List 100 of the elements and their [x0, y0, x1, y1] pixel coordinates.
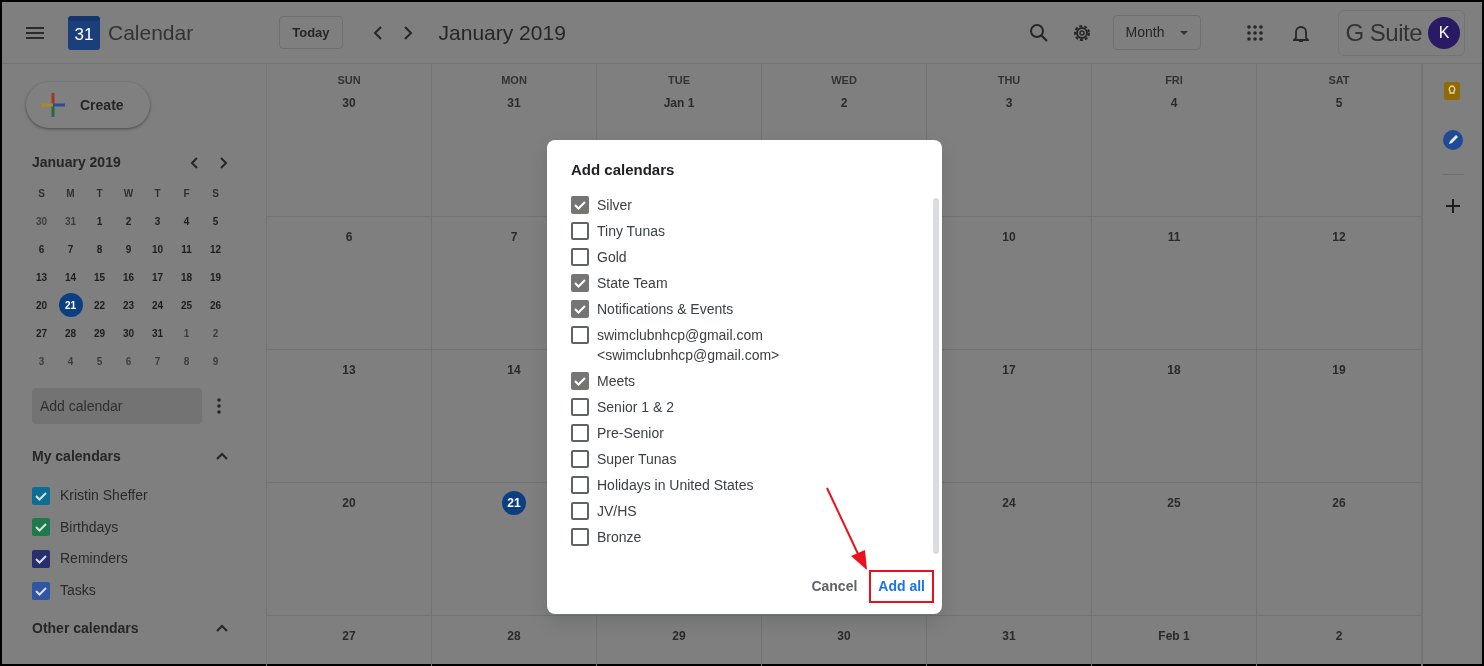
checkbox[interactable]: [571, 274, 589, 292]
date-label[interactable]: 31: [927, 624, 1091, 648]
chevron-left-icon[interactable]: [190, 156, 198, 169]
add-all-button[interactable]: Add all: [872, 573, 931, 600]
mini-calendar-day[interactable]: 3: [27, 347, 56, 375]
mini-calendar-day[interactable]: 6: [27, 235, 56, 263]
account-switcher[interactable]: G Suite K: [1338, 9, 1465, 56]
date-label[interactable]: 5: [1257, 90, 1421, 115]
mini-calendar-day[interactable]: 30: [27, 207, 56, 235]
chevron-right-icon[interactable]: [402, 25, 413, 40]
mini-calendar-day[interactable]: 6: [114, 347, 143, 375]
date-label[interactable]: 26: [1257, 491, 1421, 515]
mini-calendar-day[interactable]: 8: [85, 235, 114, 263]
date-label[interactable]: 31: [432, 90, 596, 115]
checkbox[interactable]: [571, 450, 589, 468]
chevron-left-icon[interactable]: [372, 25, 383, 40]
date-label[interactable]: 3: [927, 90, 1091, 115]
mini-calendar-day[interactable]: 9: [114, 235, 143, 263]
date-label[interactable]: 28: [432, 624, 596, 648]
mini-calendar-day[interactable]: 20: [27, 291, 56, 319]
mini-calendar-day[interactable]: 9: [201, 347, 230, 375]
date-label[interactable]: Jan 1: [597, 90, 761, 115]
date-label[interactable]: 2: [762, 90, 926, 115]
checkbox[interactable]: [571, 502, 589, 520]
checkbox[interactable]: [571, 424, 589, 442]
date-label[interactable]: 2: [1257, 624, 1421, 648]
mini-calendar-day[interactable]: 17: [143, 263, 172, 291]
today-button[interactable]: Today: [279, 15, 343, 50]
checkbox[interactable]: [32, 581, 50, 600]
date-label[interactable]: 13: [267, 358, 431, 382]
view-select[interactable]: Month: [1112, 15, 1202, 50]
mini-calendar-day[interactable]: 10: [143, 235, 172, 263]
mini-calendar-day[interactable]: 23: [114, 291, 143, 319]
date-label[interactable]: 19: [1257, 358, 1421, 382]
mini-calendar-day[interactable]: 28: [56, 319, 85, 347]
mini-calendar-day[interactable]: 1: [172, 319, 201, 347]
mini-calendar-day[interactable]: 31: [56, 207, 85, 235]
checkbox[interactable]: [571, 300, 589, 318]
checkbox[interactable]: [571, 372, 589, 390]
mini-calendar-day[interactable]: 27: [27, 319, 56, 347]
mini-calendar-day[interactable]: 31: [143, 319, 172, 347]
mini-calendar-day[interactable]: 4: [172, 207, 201, 235]
chevron-right-icon[interactable]: [220, 156, 228, 169]
mini-calendar-day[interactable]: 12: [201, 235, 230, 263]
date-label[interactable]: 30: [267, 90, 431, 115]
cancel-button[interactable]: Cancel: [805, 573, 864, 600]
mini-calendar-day[interactable]: 24: [143, 291, 172, 319]
chevron-up-icon[interactable]: [216, 624, 228, 633]
date-label[interactable]: 25: [1092, 491, 1256, 515]
checkbox[interactable]: [571, 248, 589, 266]
create-button[interactable]: Create: [26, 82, 150, 128]
mini-calendar-day[interactable]: 2: [201, 319, 230, 347]
mini-calendar-day[interactable]: 7: [56, 235, 85, 263]
mini-calendar-day[interactable]: 11: [172, 235, 201, 263]
search-icon[interactable]: [1028, 22, 1049, 43]
date-label[interactable]: 11: [1092, 225, 1256, 249]
scrollbar[interactable]: [933, 198, 939, 554]
menu-icon[interactable]: [26, 26, 44, 39]
mini-calendar-day[interactable]: 13: [27, 263, 56, 291]
date-label[interactable]: 6: [267, 225, 431, 249]
mini-calendar-day[interactable]: 16: [114, 263, 143, 291]
checkbox[interactable]: [571, 476, 589, 494]
checkbox[interactable]: [571, 196, 589, 214]
checkbox[interactable]: [571, 222, 589, 240]
avatar[interactable]: K: [1428, 16, 1460, 49]
mini-calendar-day[interactable]: 29: [85, 319, 114, 347]
mini-calendar-day[interactable]: 3: [143, 207, 172, 235]
checkbox[interactable]: [571, 528, 589, 546]
mini-calendar-day[interactable]: 7: [143, 347, 172, 375]
checkbox[interactable]: [571, 398, 589, 416]
add-icon[interactable]: [1445, 199, 1460, 213]
date-label[interactable]: 12: [1257, 225, 1421, 249]
lightbulb-icon[interactable]: [1443, 82, 1462, 100]
date-label[interactable]: 30: [762, 624, 926, 648]
date-label[interactable]: 20: [267, 491, 431, 515]
mini-calendar-day[interactable]: 5: [85, 347, 114, 375]
date-label[interactable]: 18: [1092, 358, 1256, 382]
checkbox[interactable]: [32, 550, 50, 568]
mini-calendar-day[interactable]: 21: [58, 293, 83, 317]
pencil-circle-icon[interactable]: [1442, 130, 1463, 150]
checkbox[interactable]: [571, 326, 589, 344]
date-label[interactable]: 4: [1092, 90, 1256, 115]
mini-calendar-day[interactable]: 22: [85, 291, 114, 319]
mini-calendar-day[interactable]: 5: [201, 207, 230, 235]
add-calendar-field[interactable]: Add calendar: [32, 388, 202, 424]
mini-calendar-day[interactable]: 26: [201, 291, 230, 319]
date-label[interactable]: 27: [267, 624, 431, 648]
mini-calendar-day[interactable]: 2: [114, 207, 143, 235]
mini-calendar-day[interactable]: 15: [85, 263, 114, 291]
mini-calendar-day[interactable]: 19: [201, 263, 230, 291]
date-label[interactable]: 21: [502, 491, 526, 515]
mini-calendar-day[interactable]: 1: [85, 207, 114, 235]
checkbox[interactable]: [32, 518, 50, 537]
chevron-up-icon[interactable]: [216, 452, 228, 460]
mini-calendar-day[interactable]: 4: [56, 347, 85, 375]
mini-calendar-day[interactable]: 8: [172, 347, 201, 375]
mini-calendar-day[interactable]: 30: [114, 319, 143, 347]
mini-calendar-day[interactable]: 14: [56, 263, 85, 291]
mini-calendar-day[interactable]: 18: [172, 263, 201, 291]
date-label[interactable]: Feb 1: [1092, 624, 1256, 648]
